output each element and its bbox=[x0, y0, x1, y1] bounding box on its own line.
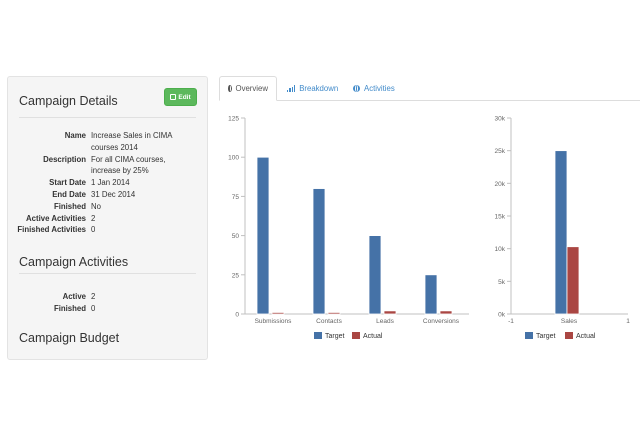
activity-label: Finished bbox=[53, 303, 86, 313]
campaign-details-title: Campaign Details bbox=[19, 94, 118, 108]
edit-icon bbox=[170, 94, 177, 100]
y-tick-label: 20k bbox=[495, 181, 506, 188]
tab-breakdown[interactable]: Breakdown bbox=[279, 76, 345, 100]
legend-swatch-actual bbox=[352, 332, 360, 339]
bar-target bbox=[312, 188, 326, 315]
x-tick-label: Submissions bbox=[255, 318, 293, 325]
activity-row-finished: Finished 0 bbox=[8, 303, 209, 315]
y-tick-label: 50 bbox=[232, 233, 240, 240]
bar-target bbox=[368, 235, 382, 315]
campaign-activities-title: Campaign Activities bbox=[19, 255, 129, 269]
detail-label: Description bbox=[43, 154, 86, 164]
tab-overview[interactable]: Overview bbox=[219, 76, 277, 101]
bar-chart-icon bbox=[287, 84, 296, 92]
detail-row-finished: Finished No bbox=[8, 201, 209, 213]
y-tick-label: 0 bbox=[235, 312, 239, 319]
campaign-sidebar: Campaign Details Edit Name Increase Sale… bbox=[7, 76, 208, 360]
bar-actual bbox=[383, 310, 397, 315]
y-tick-label: 15k bbox=[495, 214, 506, 221]
tab-label: Activities bbox=[364, 83, 395, 93]
bar-actual bbox=[327, 312, 341, 315]
tab-activities[interactable]: Activities bbox=[345, 76, 407, 100]
detail-value: 0 bbox=[91, 225, 96, 235]
detail-row-name: Name Increase Sales in CIMA courses 2014 bbox=[8, 130, 209, 154]
bar-actual bbox=[566, 246, 580, 315]
x-tick-label: Sales bbox=[561, 318, 578, 325]
edit-button[interactable]: Edit bbox=[164, 88, 197, 106]
y-tick-label: 25k bbox=[495, 148, 506, 155]
legend-label-target: Target bbox=[536, 333, 556, 340]
legend-swatch-actual bbox=[565, 332, 573, 339]
activity-row-active: Active 2 bbox=[8, 291, 209, 303]
detail-value: 31 Dec 2014 bbox=[91, 189, 136, 199]
bar-actual bbox=[271, 312, 285, 315]
detail-label: Active Activities bbox=[26, 213, 86, 223]
detail-value: For all CIMA courses, increase by 25% bbox=[91, 154, 166, 176]
legend-label-target: Target bbox=[325, 333, 345, 340]
detail-value: Increase Sales in CIMA courses 2014 bbox=[91, 131, 173, 152]
tab-label: Overview bbox=[235, 84, 269, 93]
bar-actual bbox=[439, 310, 453, 315]
campaign-details-list: Name Increase Sales in CIMA courses 2014… bbox=[8, 130, 209, 236]
x-tick-label: Leads bbox=[376, 318, 394, 325]
overview-bar-chart: 0 25 50 75 100 125 Submissions Contacts Leads Con… bbox=[228, 116, 469, 340]
detail-value: 2 bbox=[91, 213, 96, 223]
tab-label: Breakdown bbox=[299, 83, 339, 93]
activity-value: 0 bbox=[91, 303, 96, 313]
detail-row-active-activities: Active Activities 2 bbox=[8, 213, 209, 225]
x-tick-label: Contacts bbox=[316, 318, 342, 325]
edit-button-label: Edit bbox=[178, 93, 191, 101]
bar-target bbox=[256, 156, 270, 315]
x-tick-label: Conversions bbox=[423, 318, 460, 325]
legend-label-actual: Actual bbox=[363, 333, 383, 340]
x-tick-label: 1 bbox=[626, 318, 630, 325]
detail-row-end-date: End Date 31 Dec 2014 bbox=[8, 189, 209, 201]
divider bbox=[19, 117, 196, 118]
bar-target bbox=[554, 150, 568, 315]
y-tick-label: 30k bbox=[495, 116, 506, 123]
campaign-activities-list: Active 2 Finished 0 bbox=[8, 291, 209, 315]
detail-row-start-date: Start Date 1 Jan 2014 bbox=[8, 177, 209, 189]
y-tick-label: 10k bbox=[495, 246, 506, 253]
bar-target bbox=[424, 274, 438, 315]
detail-value: No bbox=[91, 201, 101, 211]
globe-icon bbox=[228, 85, 233, 92]
y-tick-label: 125 bbox=[228, 116, 239, 123]
detail-row-finished-activities: Finished Activities 0 bbox=[8, 224, 209, 236]
detail-label: Name bbox=[64, 131, 86, 140]
detail-label: Start Date bbox=[49, 178, 86, 188]
y-tick-label: 75 bbox=[232, 194, 240, 201]
detail-label: Finished Activities bbox=[17, 225, 86, 235]
campaign-budget-title: Campaign Budget bbox=[19, 331, 120, 345]
detail-label: End Date bbox=[52, 189, 86, 199]
activity-label: Active bbox=[62, 292, 86, 301]
divider bbox=[19, 273, 196, 274]
detail-label: Finished bbox=[53, 201, 86, 211]
x-tick-label: -1 bbox=[508, 318, 514, 325]
y-tick-label: 0k bbox=[498, 312, 506, 319]
y-tick-label: 5k bbox=[498, 279, 506, 286]
activity-value: 2 bbox=[91, 292, 96, 301]
sales-bar-chart: 0k 5k 10k 15k 20k 25k 30k -1 Sales 1 Target Actual bbox=[495, 116, 631, 341]
legend-label-actual: Actual bbox=[576, 333, 596, 340]
detail-value: 1 Jan 2014 bbox=[91, 178, 130, 188]
legend-swatch-target bbox=[314, 332, 322, 339]
globe-icon bbox=[353, 84, 360, 92]
y-tick-label: 25 bbox=[232, 272, 240, 279]
y-tick-label: 100 bbox=[228, 155, 239, 162]
detail-row-description: Description For all CIMA courses, increa… bbox=[8, 154, 209, 178]
chart-tabs: Overview Breakdown Activities bbox=[219, 76, 640, 101]
legend-swatch-target bbox=[525, 332, 533, 339]
